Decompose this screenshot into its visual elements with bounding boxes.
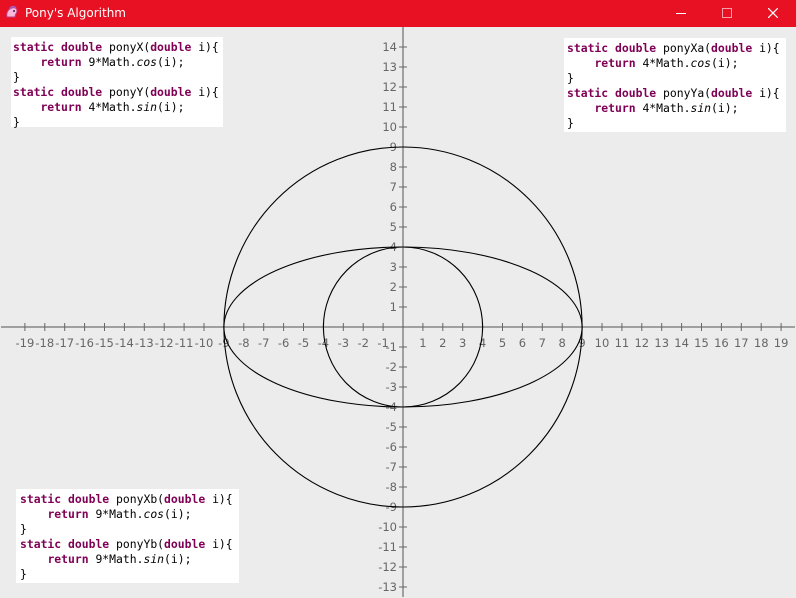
code-line: } bbox=[20, 522, 27, 536]
y-tick-label: 12 bbox=[382, 80, 397, 94]
minimize-icon bbox=[676, 13, 686, 14]
x-tick-label: -5 bbox=[298, 336, 309, 350]
code-line: return 9*Math.cos(i); bbox=[40, 55, 185, 69]
x-tick-label: 5 bbox=[499, 336, 506, 350]
x-tick-label: -2 bbox=[357, 336, 368, 350]
window-title: Pony's Algorithm bbox=[25, 6, 126, 20]
y-tick-label: -11 bbox=[378, 540, 397, 554]
y-tick-label: -13 bbox=[378, 580, 397, 594]
x-tick-label: -13 bbox=[135, 336, 154, 350]
minimize-button[interactable] bbox=[658, 0, 704, 27]
x-tick-label: 8 bbox=[559, 336, 566, 350]
y-tick-label: 7 bbox=[390, 180, 397, 194]
x-tick-label: 3 bbox=[459, 336, 466, 350]
x-tick-label: -7 bbox=[258, 336, 269, 350]
code-line: static double ponyXa(double i){ bbox=[567, 41, 780, 55]
x-tick-label: 17 bbox=[734, 336, 749, 350]
x-tick-label: -12 bbox=[155, 336, 174, 350]
code-block-bottom-left: static double ponyXb(double i){ return 9… bbox=[16, 489, 239, 583]
y-tick-label: 14 bbox=[382, 40, 397, 54]
y-tick-label: 1 bbox=[390, 300, 397, 314]
code-block-top-right: static double ponyXa(double i){ return 4… bbox=[564, 38, 786, 132]
y-tick-label: 8 bbox=[390, 160, 397, 174]
x-tick-label: 16 bbox=[714, 336, 729, 350]
x-tick-label: -19 bbox=[16, 336, 35, 350]
y-tick-label: 10 bbox=[382, 120, 397, 134]
code-line: } bbox=[13, 115, 20, 129]
y-tick-label: -12 bbox=[378, 560, 397, 574]
x-tick-label: 15 bbox=[694, 336, 709, 350]
code-line: } bbox=[20, 567, 27, 581]
y-tick-label: -3 bbox=[386, 380, 397, 394]
x-tick-label: 1 bbox=[419, 336, 426, 350]
code-line: static double ponyYb(double i){ bbox=[20, 537, 233, 551]
close-button[interactable] bbox=[750, 0, 796, 27]
x-tick-label: -10 bbox=[195, 336, 214, 350]
code-line: } bbox=[567, 71, 574, 85]
x-tick-label: -11 bbox=[175, 336, 194, 350]
code-line: return 4*Math.sin(i); bbox=[40, 100, 185, 114]
x-tick-label: 7 bbox=[539, 336, 546, 350]
code-line: return 4*Math.cos(i); bbox=[594, 56, 739, 70]
x-tick-label: -8 bbox=[238, 336, 249, 350]
title-bar: Pony's Algorithm bbox=[0, 0, 796, 27]
code-line: static double ponyX(double i){ bbox=[13, 40, 219, 54]
y-tick-label: -7 bbox=[386, 460, 397, 474]
client-area: -19 -18 -17 -16 -15 -14 -13 -12 -11 -10 -9 -8 -7 -6 -5… bbox=[1, 27, 795, 597]
code-line: return 9*Math.cos(i); bbox=[47, 507, 192, 521]
y-tick-label: -10 bbox=[378, 520, 397, 534]
x-tick-label: 18 bbox=[754, 336, 769, 350]
x-tick-label: 13 bbox=[654, 336, 669, 350]
x-tick-label: 19 bbox=[774, 336, 789, 350]
code-line: return 9*Math.sin(i); bbox=[47, 552, 192, 566]
code-line: } bbox=[567, 116, 574, 130]
x-tick-label: 14 bbox=[674, 336, 689, 350]
maximize-button[interactable] bbox=[704, 0, 750, 27]
y-tick-label: 2 bbox=[390, 280, 397, 294]
y-tick-label: 13 bbox=[382, 60, 397, 74]
code-line: static double ponyYa(double i){ bbox=[567, 86, 780, 100]
x-tick-label: 12 bbox=[634, 336, 649, 350]
y-tick-label: 11 bbox=[382, 100, 397, 114]
x-tick-label: -15 bbox=[95, 336, 114, 350]
close-icon bbox=[768, 8, 778, 18]
x-tick-label: 11 bbox=[615, 336, 630, 350]
pony-icon bbox=[6, 5, 18, 18]
code-block-top-left: static double ponyX(double i){ return 9*… bbox=[11, 37, 223, 129]
x-tick-label: -14 bbox=[115, 336, 134, 350]
maximize-icon bbox=[722, 8, 732, 18]
y-tick-label: 5 bbox=[390, 220, 397, 234]
y-tick-label: 3 bbox=[390, 260, 397, 274]
x-tick-label: -17 bbox=[55, 336, 74, 350]
y-tick-label: -6 bbox=[386, 440, 397, 454]
code-line: static double ponyXb(double i){ bbox=[20, 492, 233, 506]
y-tick-label: -8 bbox=[386, 480, 397, 494]
x-tick-label: 10 bbox=[595, 336, 610, 350]
y-tick-label: -1 bbox=[386, 340, 397, 354]
y-tick-label: -5 bbox=[386, 420, 397, 434]
code-line: static double ponyY(double i){ bbox=[13, 85, 219, 99]
code-line: return 4*Math.sin(i); bbox=[594, 101, 739, 115]
x-tick-label: -16 bbox=[75, 336, 94, 350]
x-tick-label: -4 bbox=[318, 336, 329, 350]
y-tick-label: -2 bbox=[386, 360, 397, 374]
x-tick-label: -18 bbox=[35, 336, 54, 350]
x-tick-label: 2 bbox=[439, 336, 446, 350]
x-tick-label: -6 bbox=[278, 336, 289, 350]
x-tick-label: 6 bbox=[519, 336, 526, 350]
y-tick-label: 6 bbox=[390, 200, 397, 214]
x-tick-label: -3 bbox=[338, 336, 349, 350]
code-line: } bbox=[13, 70, 20, 84]
